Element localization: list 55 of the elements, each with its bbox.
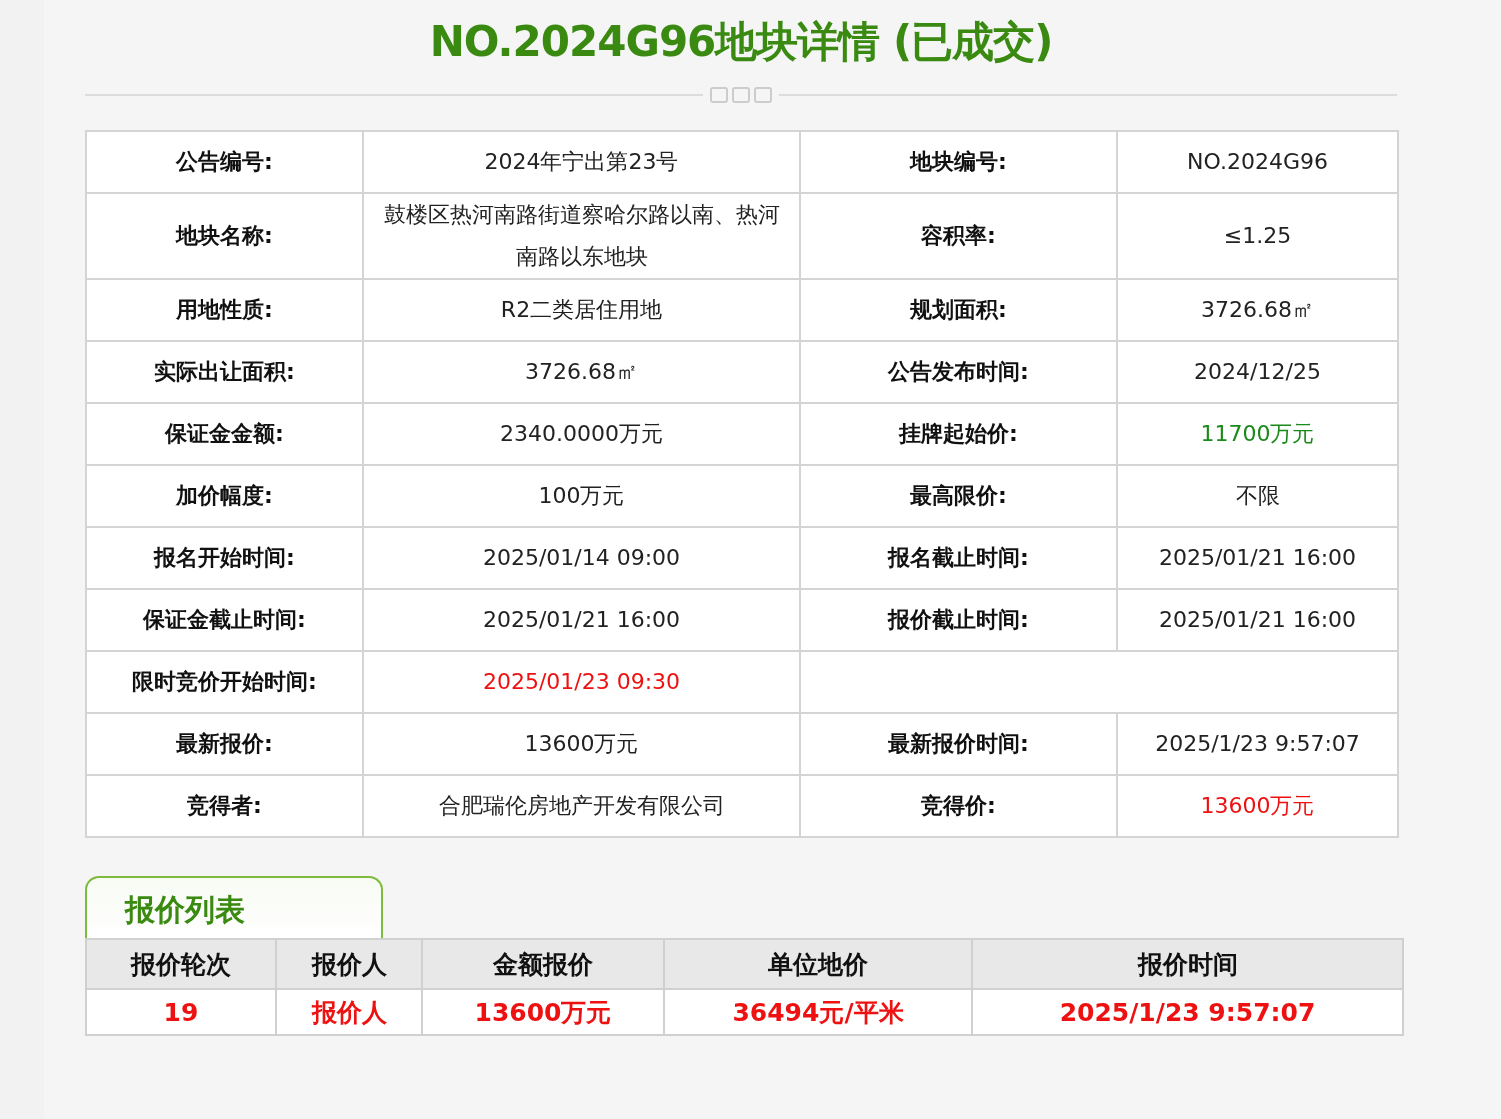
- field-label: 公告发布时间:: [800, 341, 1117, 403]
- field-label: 竞得价:: [800, 775, 1117, 837]
- field-value: 不限: [1117, 465, 1398, 527]
- field-label: 加价幅度:: [86, 465, 363, 527]
- field-value: 合肥瑞伦房地产开发有限公司: [363, 775, 800, 837]
- table-cell: 13600万元: [422, 989, 664, 1035]
- field-value: 鼓楼区热河南路街道察哈尔路以南、热河南路以东地块: [363, 193, 800, 279]
- field-label: 规划面积:: [800, 279, 1117, 341]
- field-label: 容积率:: [800, 193, 1117, 279]
- field-label: 地块名称:: [86, 193, 363, 279]
- column-header: 金额报价: [422, 939, 664, 989]
- field-label: 保证金截止时间:: [86, 589, 363, 651]
- field-label: 保证金金额:: [86, 403, 363, 465]
- field-label: 地块编号:: [800, 131, 1117, 193]
- field-value: 3726.68㎡: [363, 341, 800, 403]
- field-value: 2025/01/21 16:00: [1117, 589, 1398, 651]
- field-label: 报名开始时间:: [86, 527, 363, 589]
- page-title: NO.2024G96地块详情 (已成交): [428, 16, 1054, 68]
- table-cell: 19: [86, 989, 276, 1035]
- field-label: 最新报价:: [86, 713, 363, 775]
- field-value: R2二类居住用地: [363, 279, 800, 341]
- field-value: 2025/01/14 09:00: [363, 527, 800, 589]
- field-label: 最高限价:: [800, 465, 1117, 527]
- field-value: 2025/01/21 16:00: [363, 589, 800, 651]
- column-header: 报价轮次: [86, 939, 276, 989]
- field-label: 用地性质:: [86, 279, 363, 341]
- field-label: 挂牌起始价:: [800, 403, 1117, 465]
- table-cell: 2025/1/23 9:57:07: [972, 989, 1403, 1035]
- field-value: 11700万元: [1117, 403, 1398, 465]
- field-value: 2340.0000万元: [363, 403, 800, 465]
- field-label: 报名截止时间:: [800, 527, 1117, 589]
- column-header: 报价时间: [972, 939, 1403, 989]
- bid-list-tab[interactable]: 报价列表: [85, 876, 383, 938]
- table-cell: 报价人: [276, 989, 422, 1035]
- field-value: 2024年宁出第23号: [363, 131, 800, 193]
- field-value: 13600万元: [1117, 775, 1398, 837]
- squares-ornament-icon: [709, 86, 773, 104]
- field-value: 2025/01/21 16:00: [1117, 527, 1398, 589]
- column-header: 单位地价: [664, 939, 972, 989]
- field-label: 公告编号:: [86, 131, 363, 193]
- field-value: 13600万元: [363, 713, 800, 775]
- field-label: 报价截止时间:: [800, 589, 1117, 651]
- field-label: 实际出让面积:: [86, 341, 363, 403]
- field-value: 2024/12/25: [1117, 341, 1398, 403]
- field-value: NO.2024G96: [1117, 131, 1398, 193]
- field-value: 2025/1/23 9:57:07: [1117, 713, 1398, 775]
- table-cell: 36494元/平米: [664, 989, 972, 1035]
- field-value: 100万元: [363, 465, 800, 527]
- field-label: 限时竞价开始时间:: [86, 651, 363, 713]
- field-label: 最新报价时间:: [800, 713, 1117, 775]
- field-label: 竞得者:: [86, 775, 363, 837]
- column-header: 报价人: [276, 939, 422, 989]
- field-value: 2025/01/23 09:30: [363, 651, 800, 713]
- field-value: ≤1.25: [1117, 193, 1398, 279]
- field-value: 3726.68㎡: [1117, 279, 1398, 341]
